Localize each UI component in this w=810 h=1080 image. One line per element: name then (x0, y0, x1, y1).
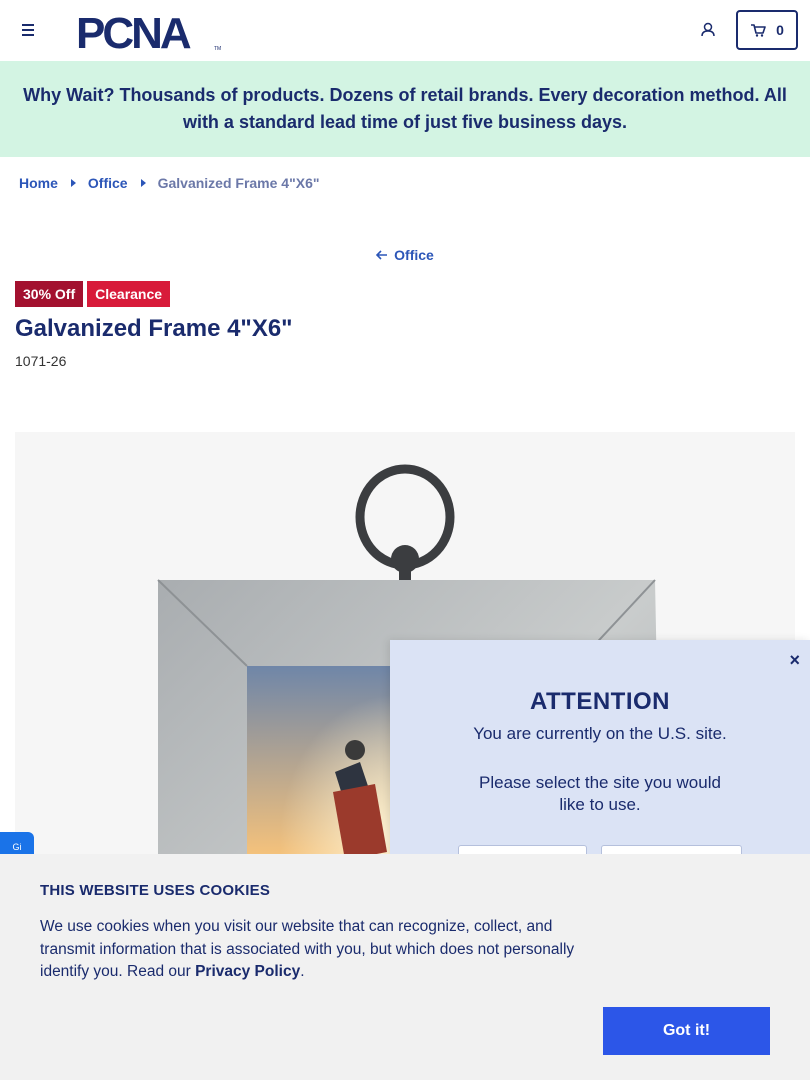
cookie-text: We use cookies when you visit our websit… (40, 916, 600, 984)
breadcrumb-current: Galvanized Frame 4"X6" (157, 175, 320, 191)
hamburger-menu-icon[interactable] (18, 20, 38, 40)
cookie-body: We use cookies when you visit our websit… (40, 918, 575, 980)
account-icon[interactable] (698, 20, 718, 40)
attention-prompt: Please select the site you would like to… (479, 773, 721, 814)
cart-icon (751, 24, 766, 37)
cart-button[interactable]: 0 (736, 10, 798, 50)
promo-banner: Why Wait? Thousands of products. Dozens … (0, 61, 810, 157)
back-link-row: Office (0, 247, 810, 263)
accept-cookies-button[interactable]: Got it! (603, 1007, 770, 1055)
breadcrumb-home[interactable]: Home (19, 175, 58, 191)
cookie-title: THIS WEBSITE USES COOKIES (40, 882, 271, 899)
attention-title: ATTENTION (529, 688, 671, 715)
back-link-label: Office (394, 247, 434, 263)
product-title: Galvanized Frame 4"X6" (15, 315, 293, 342)
pcna-logo[interactable]: PCNA TM (76, 8, 226, 58)
arrow-left-icon (376, 250, 388, 260)
side-tab-label: Gi (12, 842, 22, 852)
breadcrumb: Home Office Galvanized Frame 4"X6" (19, 175, 320, 191)
cookie-banner: THIS WEBSITE USES COOKIES We use cookies… (0, 854, 810, 1080)
privacy-policy-link[interactable]: Privacy Policy (195, 963, 300, 980)
discount-badge: 30% Off (15, 281, 84, 307)
caret-right-icon (70, 179, 76, 187)
site-selector-dialog: × ATTENTION You are currently on the U.S… (390, 640, 810, 875)
attention-subtitle: You are currently on the U.S. site. (473, 724, 727, 743)
product-sku: 1071-26 (15, 353, 67, 369)
logo-text: PCNA (76, 9, 191, 54)
logo-trademark: TM (214, 46, 221, 52)
promo-text: Why Wait? Thousands of products. Dozens … (23, 85, 787, 132)
breadcrumb-office[interactable]: Office (88, 175, 128, 191)
clearance-badge: Clearance (87, 281, 171, 307)
close-icon[interactable]: × (789, 650, 800, 671)
product-badges: 30% Off Clearance (15, 281, 171, 307)
site-header: PCNA TM 0 (0, 0, 810, 61)
cart-count: 0 (776, 22, 784, 38)
cookie-period: . (300, 963, 305, 980)
back-to-category-link[interactable]: Office (376, 247, 434, 263)
caret-right-icon (140, 179, 146, 187)
